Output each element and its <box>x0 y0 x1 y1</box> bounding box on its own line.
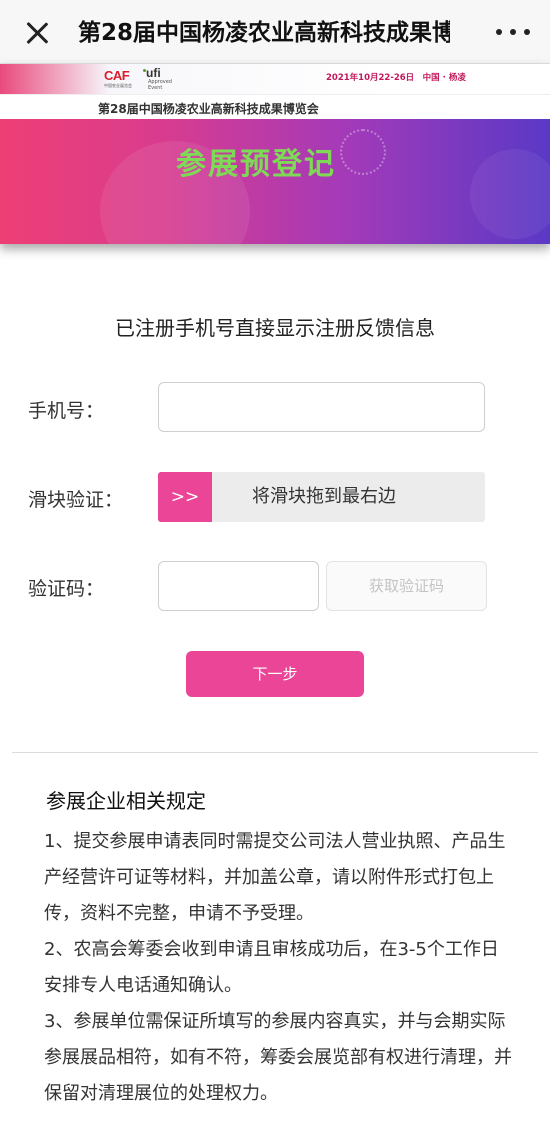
slider-hint: 将滑块拖到最右边 <box>252 486 396 507</box>
banner-heading: 参展预登记 <box>176 147 336 182</box>
decorative-circle <box>470 149 550 239</box>
verification-code-input[interactable] <box>158 561 319 611</box>
caf-logo: CAF <box>104 68 130 83</box>
slider-label: 滑块验证： <box>28 489 124 511</box>
expo-name-strip: 第28届中国杨凌农业高新科技成果博览会 <box>0 94 550 119</box>
rule-item: 3、参展单位需保证所填写的参展内容真实，并与会期实际参展展品相符，如有不符，筹委… <box>44 1011 512 1104</box>
ufi-logo-subtitle: Approved Event <box>148 79 172 91</box>
slider-handle[interactable]: >> <box>158 472 212 522</box>
rules-list: 1、提交参展申请表同时需提交公司法人营业执照、产品生产经营许可证等材料，并加盖公… <box>44 824 514 1112</box>
expo-name: 第28届中国杨凌农业高新科技成果博览会 <box>98 102 319 116</box>
divider <box>12 752 538 753</box>
next-button[interactable]: 下一步 <box>186 651 364 697</box>
slider-captcha[interactable]: >> 将滑块拖到最右边 <box>158 472 485 522</box>
get-code-button[interactable]: 获取验证码 <box>326 561 487 611</box>
ufi-logo: ufi <box>146 66 161 80</box>
more-dots-icon[interactable] <box>496 24 530 40</box>
rule-item: 2、农高会筹委会收到申请且审核成功后，在3-5个工作日安排专人电话通知确认。 <box>44 939 499 996</box>
top-nav-bar: 第28届中国杨凌农业高新科技成果博览会 <box>0 0 550 64</box>
code-label: 验证码： <box>28 578 105 600</box>
banner-main: 参展预登记 <box>0 119 550 244</box>
close-icon[interactable] <box>22 18 52 48</box>
phone-input[interactable] <box>158 382 485 432</box>
phone-label: 手机号： <box>28 400 105 422</box>
page-title: 第28届中国杨凌农业高新科技成果博览会 <box>78 20 450 46</box>
rule-item: 1、提交参展申请表同时需提交公司法人营业执照、产品生产经营许可证等材料，并加盖公… <box>44 831 506 924</box>
rules-title: 参展企业相关规定 <box>46 789 206 813</box>
caf-logo-subtitle: 中国农业展览会 <box>104 83 132 88</box>
banner-logo-strip: CAF 中国农业展览会 ufi Approved Event 2021年10月2… <box>0 64 550 94</box>
expo-banner: CAF 中国农业展览会 ufi Approved Event 2021年10月2… <box>0 64 550 244</box>
decorative-dotted-circle <box>340 129 386 175</box>
form-intro: 已注册手机号直接显示注册反馈信息 <box>115 316 435 340</box>
expo-date-place: 2021年10月22-26日 中国 · 杨凌 <box>326 73 466 83</box>
